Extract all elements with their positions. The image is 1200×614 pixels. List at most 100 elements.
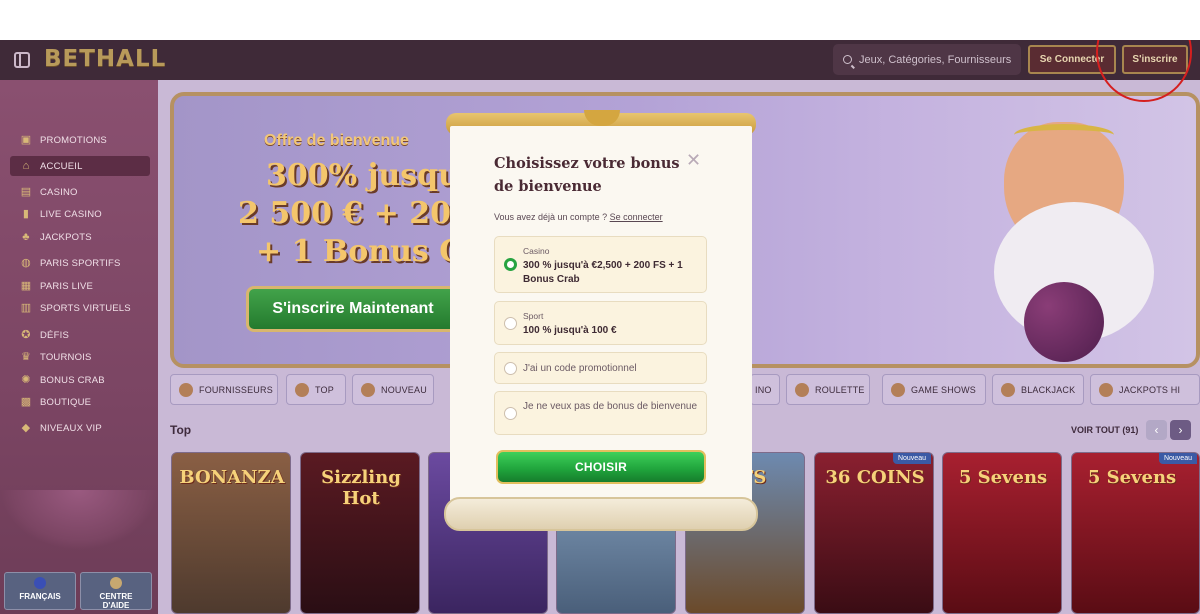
login-link[interactable]: Se connecter [610,212,663,222]
game-tile[interactable]: 5 Sevens Nouveau [1071,452,1200,614]
category-nouveau[interactable]: NOUVEAU [352,374,434,405]
sidebar-toggle-icon[interactable] [14,52,30,68]
game-title: 5 Sevens [958,467,1048,488]
category-fournisseurs[interactable]: FOURNISSEURS [170,374,278,405]
search-placeholder: Jeux, Catégories, Fournisseurs [859,53,1012,66]
sidebar-item-sports-virtuels[interactable]: ▥ SPORTS VIRTUELS [0,298,158,318]
category-label: INO [755,384,772,395]
option-type: Sport [523,311,544,321]
bonus-option-promo-code[interactable]: J'ai un code promotionnel [494,352,707,384]
game-tile[interactable]: 36 COINS Nouveau [814,452,934,614]
crab-icon: ✺ [21,374,31,386]
help-center-button[interactable]: CENTRE D'AIDE [80,572,152,610]
category-casino-partial[interactable]: INO [750,374,780,405]
zeus-illustration [964,112,1196,364]
radio-selected-icon[interactable] [504,258,517,271]
section-title: Top [170,423,192,437]
game-tile[interactable]: BONANZA [171,452,291,614]
language-selector[interactable]: FRANÇAIS [4,572,76,610]
site-logo[interactable]: BETHALL [44,46,166,72]
carousel-prev-button[interactable]: ‹ [1146,420,1167,440]
sidebar-item-label: BONUS CRAB [40,374,105,386]
category-blackjack[interactable]: BLACKJACK [992,374,1084,405]
providers-icon [179,382,193,397]
category-label: GAME SHOWS [911,384,977,395]
account-prompt-text: Vous avez déjà un compte ? [494,212,608,222]
game-tile[interactable]: Sizzling Hot [300,452,420,614]
sidebar-item-label: BOUTIQUE [40,396,92,408]
sidebar-item-niveaux-vip[interactable]: ◆ NIVEAUX VIP [0,418,158,438]
sidebar-item-label: PARIS LIVE [40,280,94,292]
eu-flag-icon [34,577,46,589]
category-label: JACKPOTS HI [1119,384,1181,395]
search-input[interactable]: Jeux, Catégories, Fournisseurs [833,44,1021,75]
sidebar-item-defis[interactable]: ✪ DÉFIS [0,325,158,345]
trophy-icon: ♛ [20,351,32,363]
game-title: 36 COINS [825,467,925,488]
sidebar-item-label: TOURNOIS [40,351,92,363]
sidebar-item-label: SPORTS VIRTUELS [40,302,131,314]
sidebar-item-label: NIVEAUX VIP [40,422,102,434]
curtain-decoration [0,490,158,550]
new-icon [361,382,375,397]
bonus-option-casino[interactable]: Casino 300 % jusqu'à €2,500 + 200 FS + 1… [494,236,707,293]
casino-icon: ▤ [20,186,32,198]
sidebar-item-promotions[interactable]: ▣ PROMOTIONS [0,130,158,150]
close-icon[interactable]: ✕ [686,150,701,171]
sidebar-item-accueil[interactable]: ⌂ ACCUEIL [10,156,150,176]
modal-title: Choisissez votre bonus de bienvenue [494,155,680,195]
sidebar-item-label: CASINO [40,186,78,198]
account-prompt: Vous avez déjà un compte ? Se connecter [494,212,663,222]
category-game-shows[interactable]: GAME SHOWS [882,374,986,405]
radio-icon[interactable] [504,362,517,375]
bonus-option-sport[interactable]: Sport 100 % jusqu'à 100 € [494,301,707,345]
new-badge: Nouveau [892,453,931,464]
sidebar-item-live-casino[interactable]: ▮ LIVE CASINO [0,204,158,224]
roulette-icon [795,382,809,397]
virtual-sports-icon: ▥ [20,302,32,314]
help-label-line2: D'AIDE [102,601,130,610]
category-top[interactable]: TOP [286,374,346,405]
radio-icon[interactable] [504,407,517,420]
bonus-modal: Choisissez votre bonus de bienvenue ✕ Vo… [450,126,752,512]
help-label-line1: CENTRE [99,592,133,601]
category-roulette[interactable]: ROULETTE [786,374,870,405]
banner-signup-button[interactable]: S'inscrire Maintenant [246,286,460,332]
sidebar-item-paris-live[interactable]: ▦ PARIS LIVE [0,276,158,296]
app-window: BETHALL Jeux, Catégories, Fournisseurs S… [0,40,1200,614]
search-icon [843,55,852,64]
sidebar-item-label: DÉFIS [40,329,69,341]
bonus-option-none[interactable]: Je ne veux pas de bonus de bienvenue [494,391,707,435]
language-label: FRANÇAIS [19,592,61,601]
jackpot-icon [1099,382,1113,397]
game-title: Sizzling Hot [321,467,401,509]
sidebar-item-label: PROMOTIONS [40,134,107,146]
sidebar-item-label: PARIS SPORTIFS [40,257,121,269]
sidebar-item-bonus-crab[interactable]: ✺ BONUS CRAB [0,370,158,390]
sidebar-item-casino[interactable]: ▤ CASINO [0,182,158,202]
game-title: BONANZA [179,467,285,488]
sidebar-item-label: ACCUEIL [40,160,83,172]
carousel-next-button[interactable]: › [1170,420,1191,440]
clover-icon: ♣ [22,231,30,243]
game-shows-icon [891,382,905,397]
sidebar-item-tournois[interactable]: ♛ TOURNOIS [0,347,158,367]
help-icon [110,577,122,589]
sidebar-item-label: JACKPOTS [40,231,92,243]
choose-button[interactable]: CHOISIR [496,450,706,484]
sidebar-item-paris-sportifs[interactable]: ◍ PARIS SPORTIFS [0,253,158,273]
game-title: 5 Sevens [1087,467,1177,488]
option-description: J'ai un code promotionnel [523,363,637,374]
top-icon [295,382,309,397]
category-label: FOURNISSEURS [199,384,273,395]
option-description: 100 % jusqu'à 100 € [523,325,617,336]
football-icon: ◍ [21,257,31,269]
sidebar-item-jackpots[interactable]: ♣ JACKPOTS [0,227,158,247]
sidebar-item-boutique[interactable]: ▩ BOUTIQUE [0,392,158,412]
challenge-icon: ✪ [21,329,31,341]
game-tile[interactable]: 5 Sevens [942,452,1062,614]
radio-icon[interactable] [504,317,517,330]
sidebar: ▣ PROMOTIONS ⌂ ACCUEIL ▤ CASINO ▮ LIVE C… [0,80,158,614]
see-all-link[interactable]: VOIR TOUT (91) [1071,425,1138,435]
category-jackpots[interactable]: JACKPOTS HI [1090,374,1200,405]
